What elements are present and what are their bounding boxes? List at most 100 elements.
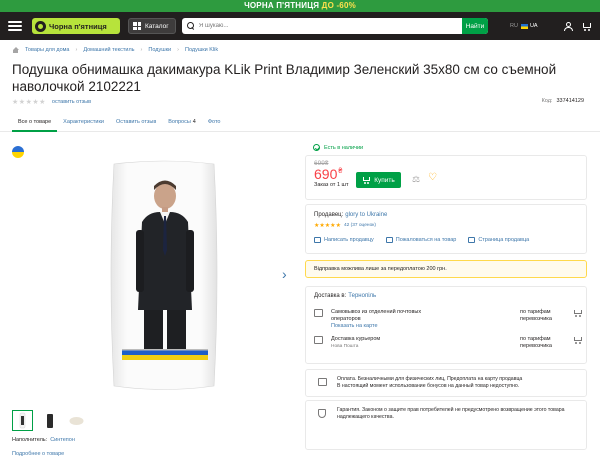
search-bar: Найти (182, 18, 488, 34)
compare-icon[interactable]: ⚖ (411, 174, 421, 184)
warranty-text: Гарантия. Законом о защите прав потребит… (337, 407, 565, 420)
site-header: Чорна п'ятниця Каталог Найти RU UA (0, 12, 600, 40)
buy-label: Купить (374, 176, 395, 184)
tab-questions-count: 4 (192, 119, 196, 125)
write-seller-label: Написать продавцу (324, 237, 374, 243)
thumbnail[interactable] (39, 410, 60, 431)
gallery-next-arrow[interactable]: › (282, 266, 287, 282)
breadcrumb: Товары для дома › Домашний текстиль › По… (12, 47, 218, 53)
lang-ua-link[interactable]: UA (530, 23, 538, 29)
delivery-option-name: Самовывоз из отделений почтовых оператор… (331, 309, 422, 322)
ukraine-flag-icon (12, 146, 24, 158)
tab-questions-label: Вопросы (168, 119, 191, 125)
search-input[interactable] (199, 23, 462, 29)
courier-icon (314, 336, 323, 344)
promo-banner[interactable]: ЧОРНА П'ЯТНИЦЯ ДО -60% (0, 0, 600, 12)
filler-value[interactable]: Синтепон (50, 437, 75, 443)
breadcrumb-item[interactable]: Товары для дома (25, 47, 69, 53)
cart-icon (362, 176, 371, 184)
warning-icon (385, 237, 393, 243)
star-icon: ★ (32, 99, 39, 106)
tab-all-about[interactable]: Все о товаре (12, 113, 58, 132)
home-icon[interactable] (12, 47, 19, 53)
wallet-icon (318, 378, 327, 386)
seller-page-link[interactable]: Страница продавца (468, 237, 529, 243)
write-seller-link[interactable]: Написать продавцу (314, 237, 374, 243)
catalog-button[interactable]: Каталог (128, 18, 176, 34)
language-switcher: RU UA (510, 12, 538, 40)
delivery-option-price: по тарифам перевозчика (520, 309, 552, 322)
tab-leave-review[interactable]: Оставить отзыв (110, 113, 162, 132)
filler-info: Наполнитель: Синтепон (12, 437, 75, 443)
seller-info: Продавец: glory to Ukraine (314, 212, 387, 218)
lang-ru-link[interactable]: RU (510, 23, 518, 29)
breadcrumb-separator: › (140, 47, 143, 53)
tab-questions[interactable]: Вопросы 4 (162, 113, 202, 132)
shield-icon (318, 409, 326, 418)
seller-reviews-link[interactable]: 42 (37 оценок) (344, 223, 376, 228)
thumbnail[interactable] (66, 410, 87, 431)
search-button[interactable]: Найти (462, 18, 488, 34)
product-code: Код: 337414129 (542, 98, 584, 104)
breadcrumb-separator: › (75, 47, 78, 53)
product-rating: ★ ★ ★ ★ ★ оставить отзыв (12, 98, 91, 106)
warranty-panel: Гарантия. Законом о защите прав потребит… (305, 400, 587, 450)
availability-status: Есть в наличии (313, 144, 363, 151)
seller-page-label: Страница продавца (478, 237, 530, 243)
header-actions (564, 12, 592, 40)
star-icon: ★ (335, 223, 341, 229)
price: 690₴ (314, 166, 342, 182)
product-image[interactable] (108, 160, 220, 392)
breadcrumb-item[interactable]: Домашний текстиль (83, 47, 134, 53)
grid-icon (133, 22, 141, 30)
product-tabs: Все о товаре Характеристики Оставить отз… (0, 113, 600, 132)
leave-review-link[interactable]: оставить отзыв (52, 99, 91, 105)
delivery-header: Доставка в: Тернопіль (314, 293, 376, 299)
user-icon[interactable] (564, 21, 573, 31)
product-code-value: 337414129 (556, 98, 584, 104)
tab-characteristics[interactable]: Характеристики (57, 113, 110, 132)
min-order: Заказ от 1 шт (314, 182, 349, 188)
tab-photos[interactable]: Фото (202, 113, 227, 132)
seller-rating: ★ ★ ★ ★ ★ 42 (37 оценок) (314, 222, 376, 229)
seller-links: Написать продавцу Пожаловаться на товар … (314, 237, 529, 243)
payment-text: Оплата. Безналичными для физических лиц,… (337, 376, 523, 382)
payment-panel: Оплата. Безналичными для физических лиц,… (305, 369, 587, 397)
cart-icon (573, 337, 582, 344)
buy-button[interactable]: Купить (356, 172, 401, 188)
availability-text: Есть в наличии (324, 144, 364, 151)
delivery-label: Доставка в: (314, 293, 347, 299)
more-about-product-link[interactable]: Подробнее о товаре (12, 451, 64, 457)
thumbnail-image (19, 412, 26, 429)
thumbnail[interactable] (12, 410, 33, 431)
seller-label: Продавец: (314, 212, 344, 218)
price-currency: ₴ (338, 168, 343, 175)
catalog-label: Каталог (145, 22, 169, 30)
breadcrumb-item[interactable]: Подушки (148, 47, 171, 53)
promo-discount-prefix: ДО (321, 1, 334, 10)
site-logo[interactable]: Чорна п'ятниця (32, 18, 120, 34)
thumbnail-image (47, 414, 53, 428)
menu-icon[interactable] (8, 21, 22, 31)
star-icon: ★ (12, 99, 19, 106)
breadcrumb-item[interactable]: Подушки Klik (185, 47, 218, 53)
product-title: Подушка обнимашка дакимакура KLik Print … (12, 62, 557, 94)
payment-note: В настоящий момент использование бонусов… (337, 383, 520, 389)
star-icon: ★ (39, 99, 46, 106)
delivery-option-name: Доставка курьером (331, 336, 381, 342)
star-icon: ★ (25, 99, 32, 106)
cart-icon[interactable] (582, 22, 592, 31)
complain-label: Пожаловаться на товар (395, 237, 457, 243)
thumbnail-image (69, 417, 84, 425)
promo-text: ЧОРНА П'ЯТНИЦЯ (244, 1, 320, 10)
show-on-map-link[interactable]: Показать на карте (331, 323, 431, 330)
store-icon (468, 237, 476, 243)
delivery-city[interactable]: Тернопіль (348, 293, 376, 299)
heart-icon[interactable]: ♡ (428, 173, 437, 183)
complain-link[interactable]: Пожаловаться на товар (385, 237, 457, 243)
seller-name[interactable]: glory to Ukraine (345, 212, 387, 218)
product-code-label: Код: (541, 98, 553, 104)
promo-discount: -60% (336, 1, 356, 10)
logo-icon (35, 20, 46, 32)
star-icon: ★ (18, 99, 26, 106)
